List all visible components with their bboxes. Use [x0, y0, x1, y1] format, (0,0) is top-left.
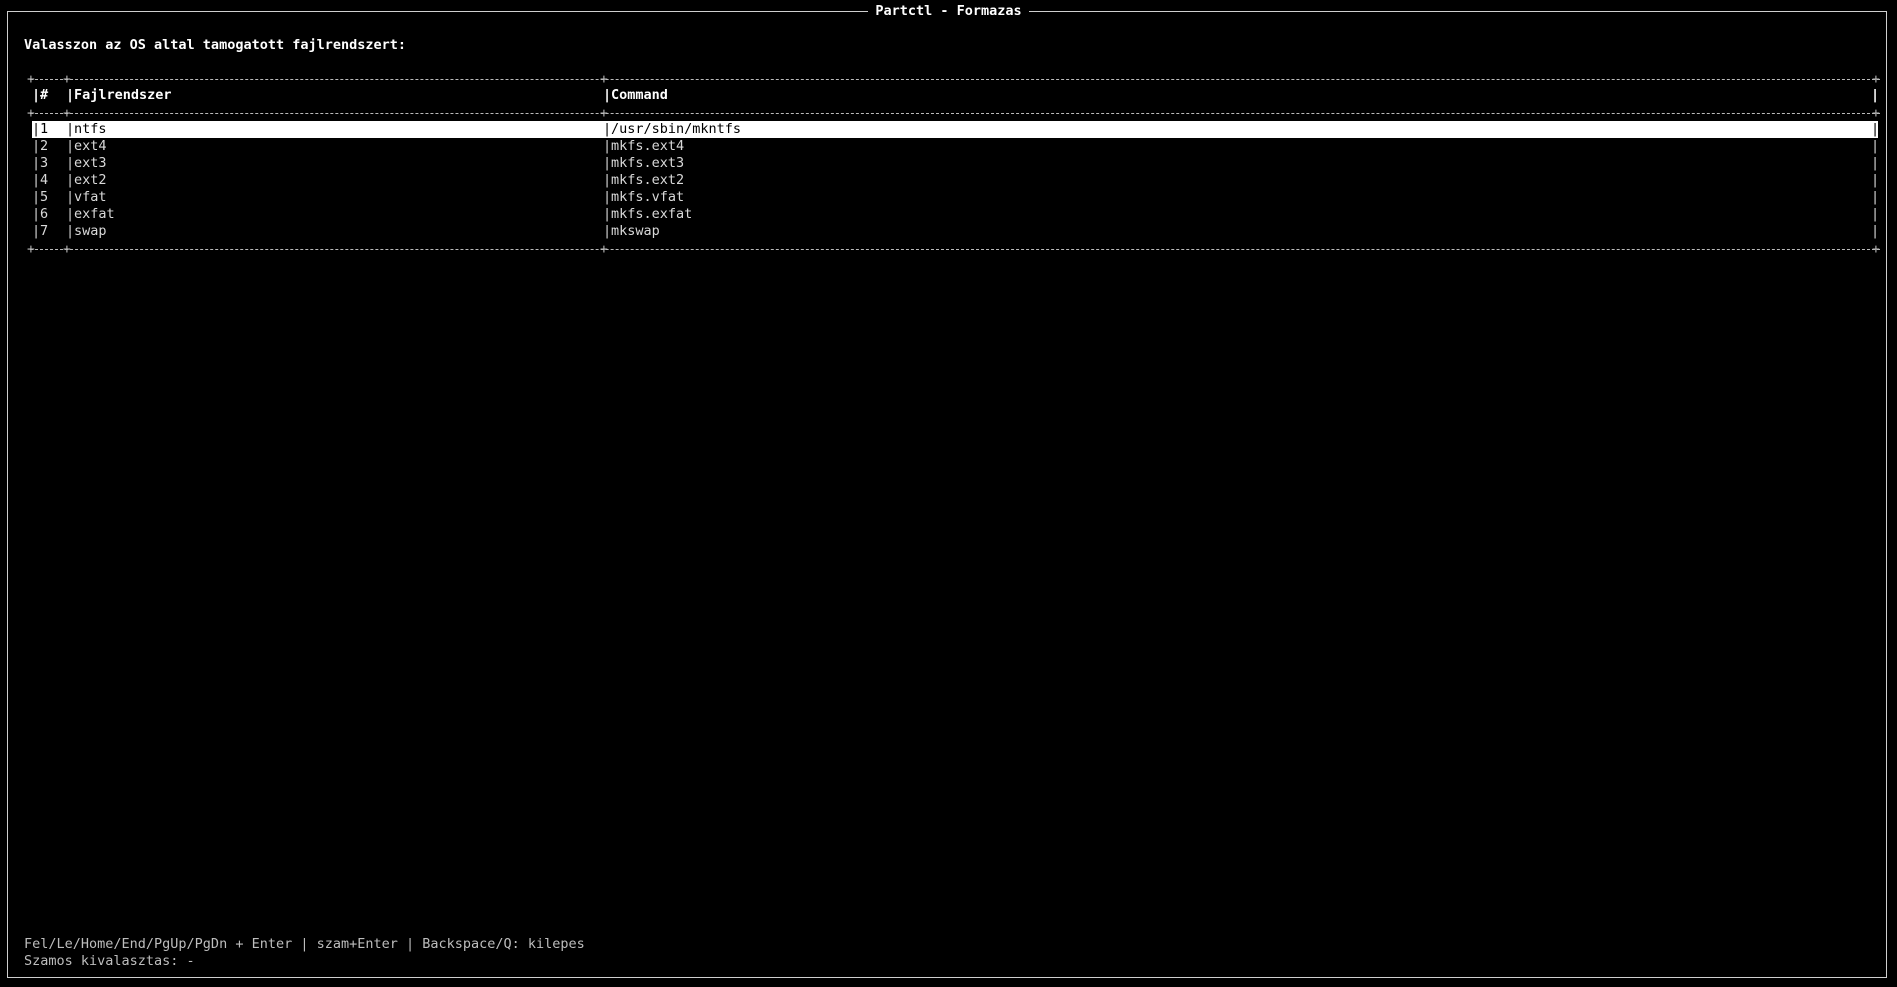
row-command: mkfs.exfat [611, 206, 693, 222]
row-filesystem: ntfs [74, 121, 107, 137]
row-number: 2 [40, 138, 49, 154]
table-corner: + [27, 72, 35, 87]
table-corner: + [600, 242, 608, 257]
table-row-ext2[interactable]: | 4 | ext2 | mkfs.ext2 | [32, 172, 1879, 189]
table-corner: + [600, 106, 608, 121]
row-filesystem: ext4 [74, 138, 107, 154]
footer-status: Fel/Le/Home/End/PgUp/PgDn + Enter | szam… [24, 936, 585, 970]
row-filesystem: exfat [74, 206, 115, 222]
row-number: 4 [40, 172, 49, 188]
column-header-filesystem: Fajlrendszer [74, 87, 172, 103]
row-command: /usr/sbin/mkntfs [611, 121, 742, 137]
numeric-selection-text: Szamos kivalasztas: - [24, 953, 195, 969]
table-corner: + [27, 106, 35, 121]
table-row-exfat[interactable]: | 6 | exfat | mkfs.exfat | [32, 206, 1879, 223]
row-number: 5 [40, 189, 49, 205]
table-row-swap[interactable]: | 7 | swap | mkswap | [32, 223, 1879, 240]
row-command: mkswap [611, 223, 660, 239]
table-row-vfat[interactable]: | 5 | vfat | mkfs.vfat | [32, 189, 1879, 206]
column-header-number: # [40, 87, 49, 103]
row-filesystem: vfat [74, 189, 107, 205]
table-header-row: | # | Fajlrendszer | Command | [32, 87, 1880, 103]
keyboard-help-text: Fel/Le/Home/End/PgUp/PgDn + Enter | szam… [24, 936, 585, 952]
table-corner: + [600, 72, 608, 87]
row-number: 6 [40, 206, 49, 222]
table-corner: + [1872, 106, 1880, 121]
table-row-ext3[interactable]: | 3 | ext3 | mkfs.ext3 | [32, 155, 1879, 172]
table-corner: + [63, 106, 71, 121]
column-header-command: Command [611, 87, 668, 103]
table-corner: + [63, 72, 71, 87]
row-number: 7 [40, 223, 49, 239]
row-filesystem: swap [74, 223, 107, 239]
row-number: 1 [40, 121, 49, 137]
row-filesystem: ext3 [74, 155, 107, 171]
row-command: mkfs.vfat [611, 189, 685, 205]
table-corner: + [63, 242, 71, 257]
row-filesystem: ext2 [74, 172, 107, 188]
row-command: mkfs.ext2 [611, 172, 685, 188]
table-corner: + [1872, 242, 1880, 257]
prompt-text: Valasszon az OS altal tamogatott fajlren… [24, 37, 407, 53]
table-corner: + [1872, 72, 1880, 87]
table-border-top [30, 79, 1880, 80]
table-corner: + [27, 242, 35, 257]
table-border-bottom [30, 249, 1880, 250]
table-header-separator [30, 113, 1880, 114]
row-command: mkfs.ext3 [611, 155, 685, 171]
row-command: mkfs.ext4 [611, 138, 685, 154]
table-row-ext4[interactable]: | 2 | ext4 | mkfs.ext4 | [32, 138, 1879, 155]
table-row-ntfs[interactable]: | 1 | ntfs | /usr/sbin/mkntfs | [32, 121, 1879, 138]
row-number: 3 [40, 155, 49, 171]
